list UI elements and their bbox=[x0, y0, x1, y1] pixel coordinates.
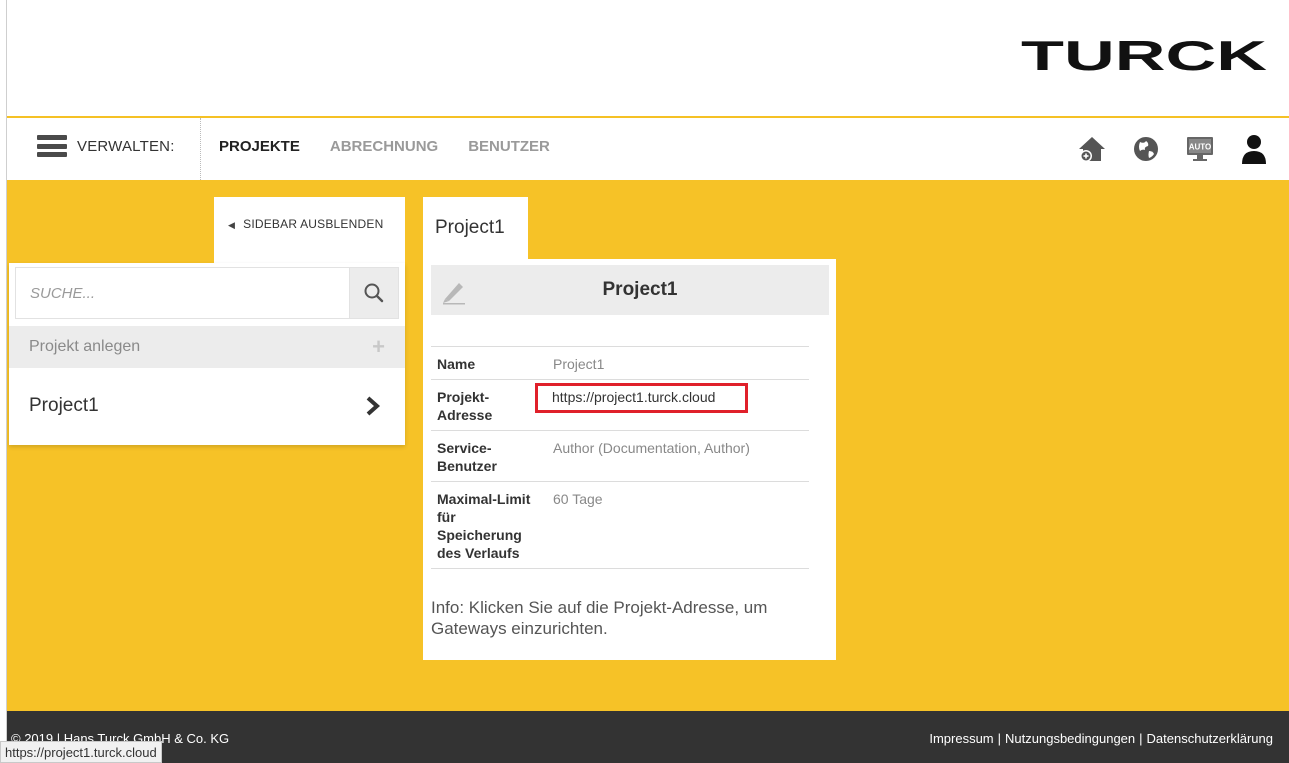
project-item-label: Project1 bbox=[29, 395, 99, 416]
project-tab[interactable]: Project1 bbox=[423, 197, 528, 259]
project-info-table: Name Project1 Projekt- Adresse https://pr… bbox=[431, 346, 809, 569]
project-detail-panel: Project1 Name Project1 Projekt- Adresse h… bbox=[423, 259, 836, 660]
pencil-icon[interactable] bbox=[441, 279, 467, 305]
table-row: Maximal-Limit für Speicherung des Verlaufs … bbox=[431, 481, 809, 569]
project-address-link[interactable]: https://project1.turck.cloud bbox=[535, 383, 749, 413]
sidebar-toggle-button[interactable]: ◀ SIDEBAR AUSBLENDEN bbox=[214, 197, 405, 263]
link-datenschutz[interactable]: Datenschutzerklärung bbox=[1147, 731, 1273, 746]
table-row: Projekt- Adresse https://project1.turck.c… bbox=[431, 379, 809, 431]
row-key: Name bbox=[431, 346, 547, 380]
tab-projekte[interactable]: PROJEKTE bbox=[219, 138, 300, 155]
tab-benutzer[interactable]: BENUTZER bbox=[468, 138, 550, 155]
nav-tabs: PROJEKTE ABRECHNUNG BENUTZER bbox=[219, 138, 550, 155]
menu-label: VERWALTEN: bbox=[77, 137, 175, 155]
svg-text:AUTO: AUTO bbox=[1189, 143, 1212, 152]
detail-header: Project1 bbox=[431, 265, 829, 315]
caret-left-icon: ◀ bbox=[228, 220, 236, 230]
row-value-cell: https://project1.turck.cloud bbox=[535, 379, 809, 431]
search-bar bbox=[15, 267, 399, 319]
logo-text: TURCK bbox=[1021, 36, 1267, 76]
link-impressum[interactable]: Impressum bbox=[929, 731, 993, 746]
user-icon[interactable] bbox=[1237, 132, 1271, 166]
search-input[interactable] bbox=[15, 267, 349, 319]
tab-abrechnung[interactable]: ABRECHNUNG bbox=[330, 138, 438, 155]
plus-icon: + bbox=[372, 334, 385, 359]
sidebar: Projekt anlegen + Project1 bbox=[9, 263, 405, 445]
hamburger-icon bbox=[37, 135, 67, 157]
nav-divider bbox=[200, 118, 201, 180]
status-bar-url: https://project1.turck.cloud bbox=[0, 741, 162, 763]
sidebar-toggle-label: SIDEBAR AUSBLENDEN bbox=[243, 217, 384, 231]
add-project-label: Projekt anlegen bbox=[29, 338, 141, 355]
navbar: VERWALTEN: PROJEKTE ABRECHNUNG BENUTZER bbox=[7, 118, 1289, 180]
header: TURCK bbox=[7, 0, 1289, 118]
footer: © 2019 | Hans Turck GmbH & Co. KG Impres… bbox=[7, 711, 1289, 763]
link-nutzungsbedingungen[interactable]: Nutzungsbedingungen bbox=[1005, 731, 1135, 746]
menu-button[interactable]: VERWALTEN: bbox=[37, 135, 175, 157]
window-frame-left bbox=[0, 0, 7, 763]
row-value: Project1 bbox=[547, 346, 809, 380]
home-add-icon[interactable] bbox=[1075, 132, 1109, 166]
row-value: Author (Documentation, Author) bbox=[547, 430, 809, 482]
row-key: Projekt- Adresse bbox=[431, 379, 547, 431]
footer-links: Impressum | Nutzungsbedingungen | Datens… bbox=[929, 731, 1273, 746]
nav-icons: AUTO bbox=[1075, 132, 1271, 166]
main-content: ◀ SIDEBAR AUSBLENDEN Projekt anlegen + Pr… bbox=[7, 180, 1289, 711]
search-icon bbox=[364, 283, 384, 303]
detail-title: Project1 bbox=[602, 279, 678, 300]
separator: | bbox=[997, 731, 1002, 746]
turck-logo: TURCK bbox=[1021, 36, 1267, 76]
add-project-button[interactable]: Projekt anlegen + bbox=[9, 326, 405, 368]
separator: | bbox=[1139, 731, 1143, 746]
chevron-right-icon bbox=[366, 396, 381, 416]
auto-monitor-icon[interactable]: AUTO bbox=[1183, 132, 1217, 166]
search-button[interactable] bbox=[349, 267, 399, 319]
globe-icon[interactable] bbox=[1129, 132, 1163, 166]
row-key: Service- Benutzer bbox=[431, 430, 547, 482]
table-row: Service- Benutzer Author (Documentation, … bbox=[431, 430, 809, 482]
row-key: Maximal-Limit für Speicherung des Verlaufs bbox=[431, 481, 547, 569]
info-note: Info: Klicken Sie auf die Projekt-Adress… bbox=[431, 598, 768, 638]
table-row: Name Project1 bbox=[431, 346, 809, 380]
row-value: 60 Tage bbox=[547, 481, 809, 569]
project-list-item[interactable]: Project1 bbox=[9, 371, 405, 441]
